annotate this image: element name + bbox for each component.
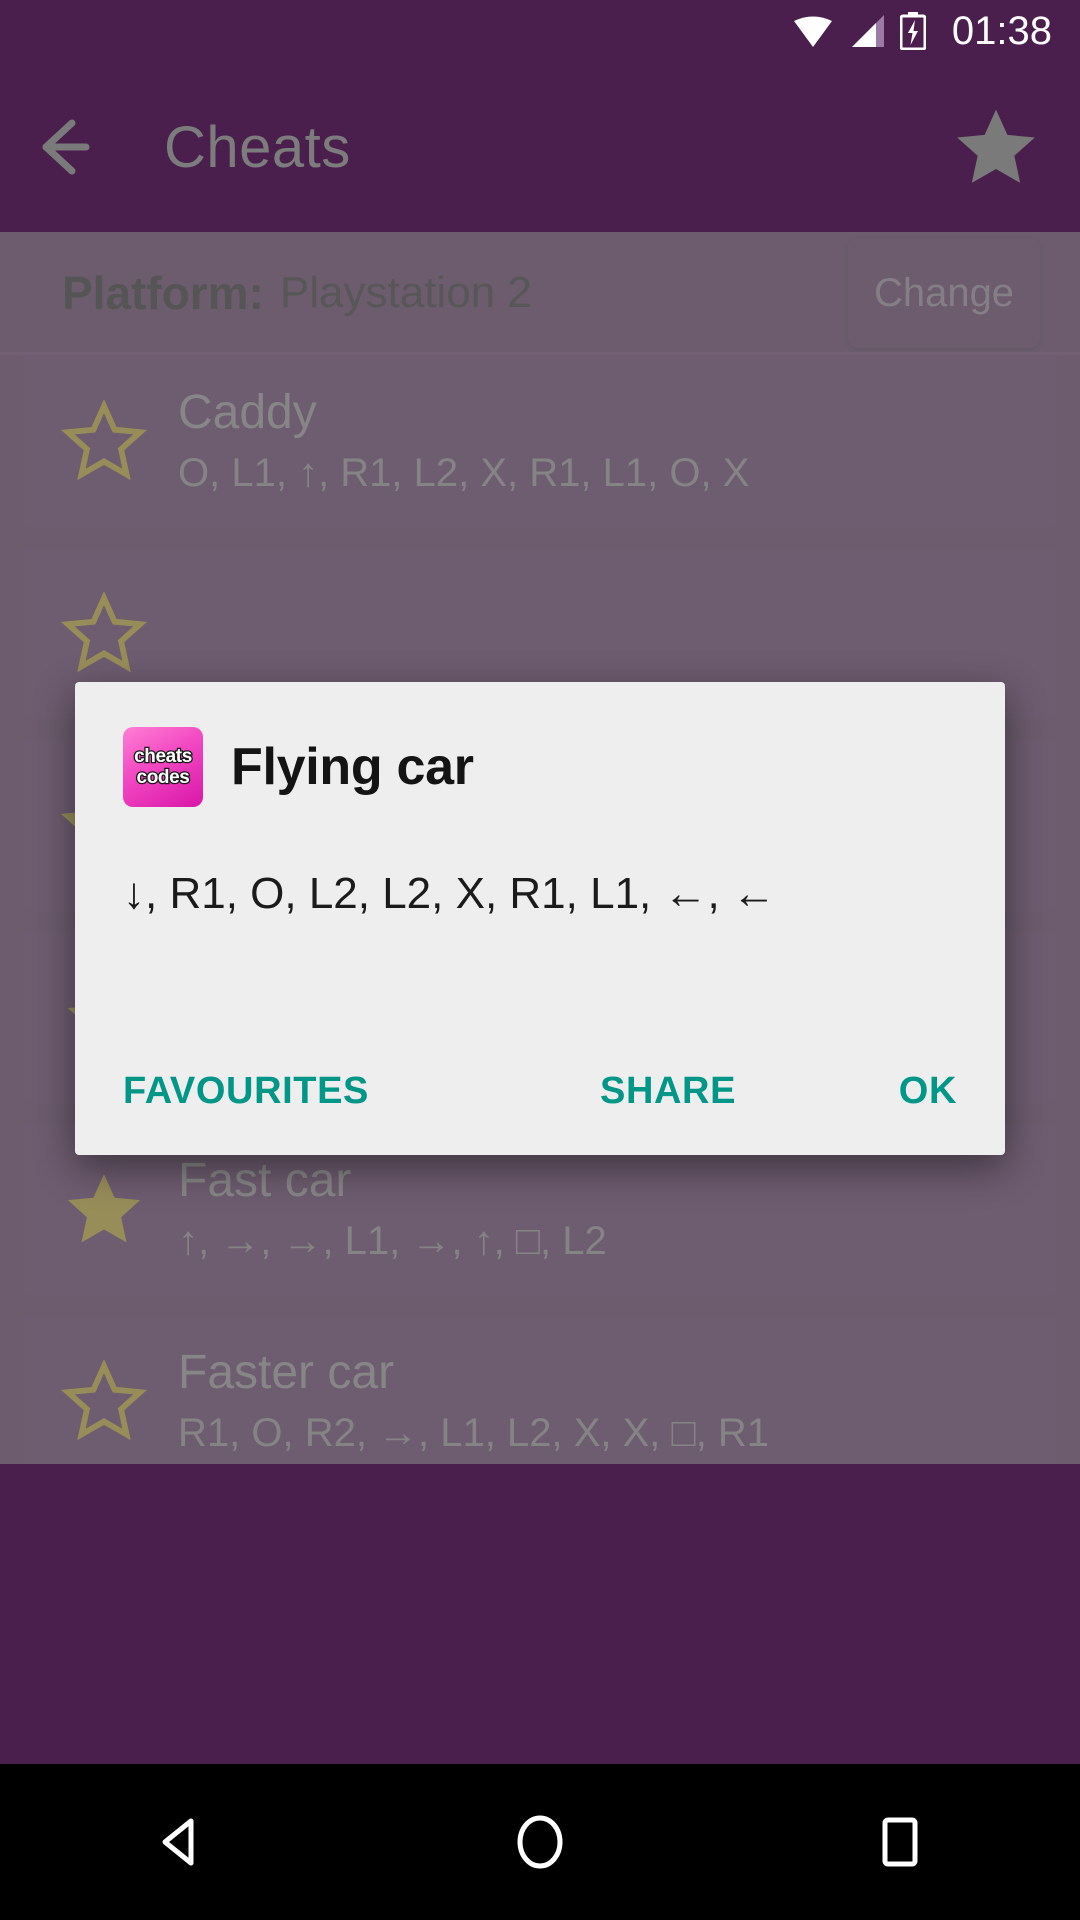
app-icon-line2: codes — [135, 767, 191, 789]
battery-charging-icon — [899, 12, 927, 51]
list-item[interactable]: Faster car R1, O, R2, →, L1, L2, X, X, □… — [22, 1315, 1058, 1487]
cheats-codes-app-icon: cheats codes — [123, 727, 203, 807]
nav-back-icon[interactable] — [90, 1787, 270, 1897]
cheat-texts: Fast car ↑, →, →, L1, →, ↑, □, L2 — [178, 1153, 607, 1264]
ok-button[interactable]: OK — [899, 1070, 957, 1113]
status-bar: 01:38 — [0, 0, 1080, 62]
cheat-code: R1, O, R2, →, L1, L2, X, X, □, R1 — [178, 1411, 770, 1456]
star-outline-icon[interactable] — [56, 592, 152, 674]
phone-screen: 01:38 Cheats Platform: Playstation 2 Cha… — [0, 0, 1080, 1920]
status-clock: 01:38 — [951, 8, 1052, 53]
nav-home-icon[interactable] — [450, 1787, 630, 1897]
star-filled-icon[interactable] — [950, 101, 1042, 193]
dialog-title: Flying car — [231, 738, 474, 796]
dialog-actions: FAVOURITES SHARE OK — [75, 1035, 1005, 1155]
platform-row: Platform: Playstation 2 Change — [0, 232, 1080, 354]
share-button[interactable]: SHARE — [600, 1070, 736, 1113]
android-navigation-bar — [0, 1764, 1080, 1920]
app-bar: Cheats — [0, 62, 1080, 232]
signal-icon — [848, 14, 886, 48]
favourites-button[interactable]: FAVOURITES — [123, 1070, 369, 1113]
cheat-texts: Caddy O, L1, ↑, R1, L2, X, R1, L1, O, X — [178, 385, 750, 496]
dialog-message: ↓, R1, O, L2, L2, X, R1, L1, ←, ← — [123, 869, 776, 918]
cheat-title: Fast car — [178, 1153, 352, 1207]
wifi-icon — [792, 14, 834, 48]
cheat-detail-dialog: cheats codes Flying car ↓, R1, O, L2, L2… — [75, 682, 1005, 1155]
app-icon-line1: cheats — [133, 746, 194, 768]
status-icons: 01:38 — [792, 9, 1052, 54]
cheat-code: O, L1, ↑, R1, L2, X, R1, L1, O, X — [178, 451, 750, 496]
page-title: Cheats — [164, 114, 351, 180]
cheat-title: Caddy — [178, 385, 317, 439]
change-platform-label: Change — [873, 270, 1015, 315]
nav-recents-icon[interactable] — [810, 1787, 990, 1897]
star-filled-icon[interactable] — [56, 1168, 152, 1250]
dialog-header: cheats codes Flying car — [75, 682, 1005, 807]
back-arrow-icon[interactable] — [24, 92, 134, 202]
cheat-texts: Faster car R1, O, R2, →, L1, L2, X, X, □… — [178, 1345, 770, 1456]
platform-value: Playstation 2 — [279, 268, 532, 317]
star-outline-icon[interactable] — [56, 1360, 152, 1442]
star-outline-icon[interactable] — [56, 400, 152, 482]
change-platform-button[interactable]: Change — [848, 238, 1040, 348]
cheat-code: ↑, →, →, L1, →, ↑, □, L2 — [178, 1219, 607, 1264]
cheat-title: Faster car — [178, 1345, 395, 1399]
background-fill — [0, 1464, 1080, 1764]
platform-label: Platform: — [62, 267, 264, 319]
list-item[interactable]: Caddy O, L1, ↑, R1, L2, X, R1, L1, O, X — [22, 355, 1058, 527]
